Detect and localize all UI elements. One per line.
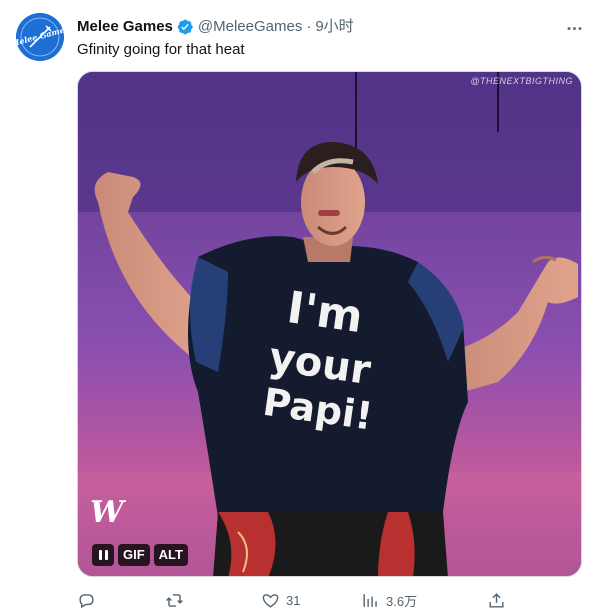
author-name[interactable]: Melee Games <box>77 17 173 37</box>
gif-badge: GIF <box>118 544 150 566</box>
more-dots-icon[interactable] <box>562 16 586 40</box>
pause-button[interactable] <box>92 544 114 566</box>
tweet-actions: 31 3.6万 <box>77 588 507 612</box>
tweet-media-gif[interactable]: I'm your Papi! W @THENEXTBIGTHING GIF AL… <box>77 71 582 577</box>
author-handle[interactable]: @MeleeGames <box>198 17 302 37</box>
tweet-text: Gfinity going for that heat <box>77 41 245 58</box>
avatar-logo-icon: Melee Games <box>16 13 64 61</box>
alt-text-button[interactable]: ALT <box>153 544 188 566</box>
separator-dot: · <box>306 18 312 35</box>
views-button[interactable]: 3.6万 <box>361 588 487 612</box>
share-button[interactable] <box>487 588 507 612</box>
share-icon <box>489 592 504 608</box>
tweet[interactable]: Melee Games Melee Games @MeleeGames · 9小… <box>0 0 603 614</box>
verified-badge-icon <box>176 18 194 36</box>
media-watermark: @THENEXTBIGTHING <box>470 76 573 86</box>
reply-icon <box>79 593 94 608</box>
reply-button[interactable] <box>77 588 165 612</box>
avatar[interactable]: Melee Games <box>16 13 64 61</box>
tweet-header: Melee Games @MeleeGames · 9小时 <box>77 17 354 37</box>
views-count: 3.6万 <box>386 593 418 609</box>
media-badges: GIF ALT <box>92 544 188 566</box>
shirt-line-1: I'm <box>284 282 366 343</box>
like-count: 31 <box>286 592 301 608</box>
pause-icon <box>98 550 108 560</box>
retweet-button[interactable] <box>165 588 261 612</box>
gif-frame-image: I'm your Papi! W <box>78 72 581 576</box>
views-chart-icon <box>363 593 377 607</box>
like-button[interactable]: 31 <box>261 588 361 612</box>
heart-icon <box>262 593 279 608</box>
retweet-icon <box>166 593 183 607</box>
wwe-logo-icon: W <box>90 495 127 530</box>
timestamp[interactable]: 9小时 <box>315 17 353 37</box>
